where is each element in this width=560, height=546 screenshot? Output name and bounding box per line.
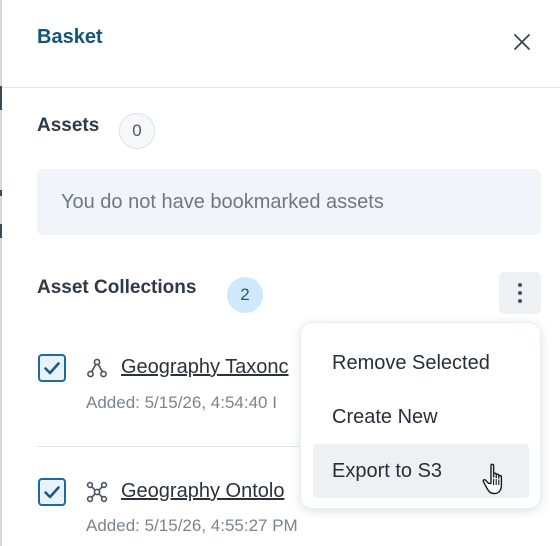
collection-checkbox[interactable] <box>38 354 66 382</box>
collection-name-link[interactable]: Geography Ontolo <box>121 480 284 503</box>
collection-added-date: Added: 5/15/26, 4:54:40 I <box>86 393 277 412</box>
panel-header: Basket <box>2 0 560 88</box>
background-scroll-mark <box>0 86 2 110</box>
ontology-icon <box>86 481 108 503</box>
collection-name-link[interactable]: Geography Taxonc <box>121 356 289 379</box>
menu-item-create-new[interactable]: Create New <box>313 390 529 444</box>
assets-heading: Assets <box>37 115 100 136</box>
basket-panel: Basket Assets 0 You do not have bookmark… <box>0 0 560 546</box>
empty-message: You do not have bookmarked assets <box>61 190 384 213</box>
menu-item-remove-selected[interactable]: Remove Selected <box>313 336 529 390</box>
taxonomy-icon <box>87 358 107 378</box>
collection-checkbox[interactable] <box>38 478 66 506</box>
background-scroll-mark <box>0 190 2 196</box>
assets-empty-state: You do not have bookmarked assets <box>37 169 541 235</box>
close-icon <box>514 34 530 50</box>
collections-heading: Asset Collections <box>37 277 197 298</box>
collections-more-button[interactable] <box>499 272 541 314</box>
hand-cursor-icon <box>482 463 503 495</box>
assets-count-badge: 0 <box>119 113 155 149</box>
checkmark-icon <box>44 362 60 375</box>
panel-title: Basket <box>37 26 103 48</box>
kebab-menu-icon <box>518 283 522 303</box>
collections-count-badge: 2 <box>227 277 263 313</box>
checkmark-icon <box>44 486 60 499</box>
background-scroll-mark <box>0 224 2 238</box>
collection-added-date: Added: 5/15/26, 4:55:27 PM <box>86 516 298 535</box>
close-button[interactable] <box>510 30 534 54</box>
